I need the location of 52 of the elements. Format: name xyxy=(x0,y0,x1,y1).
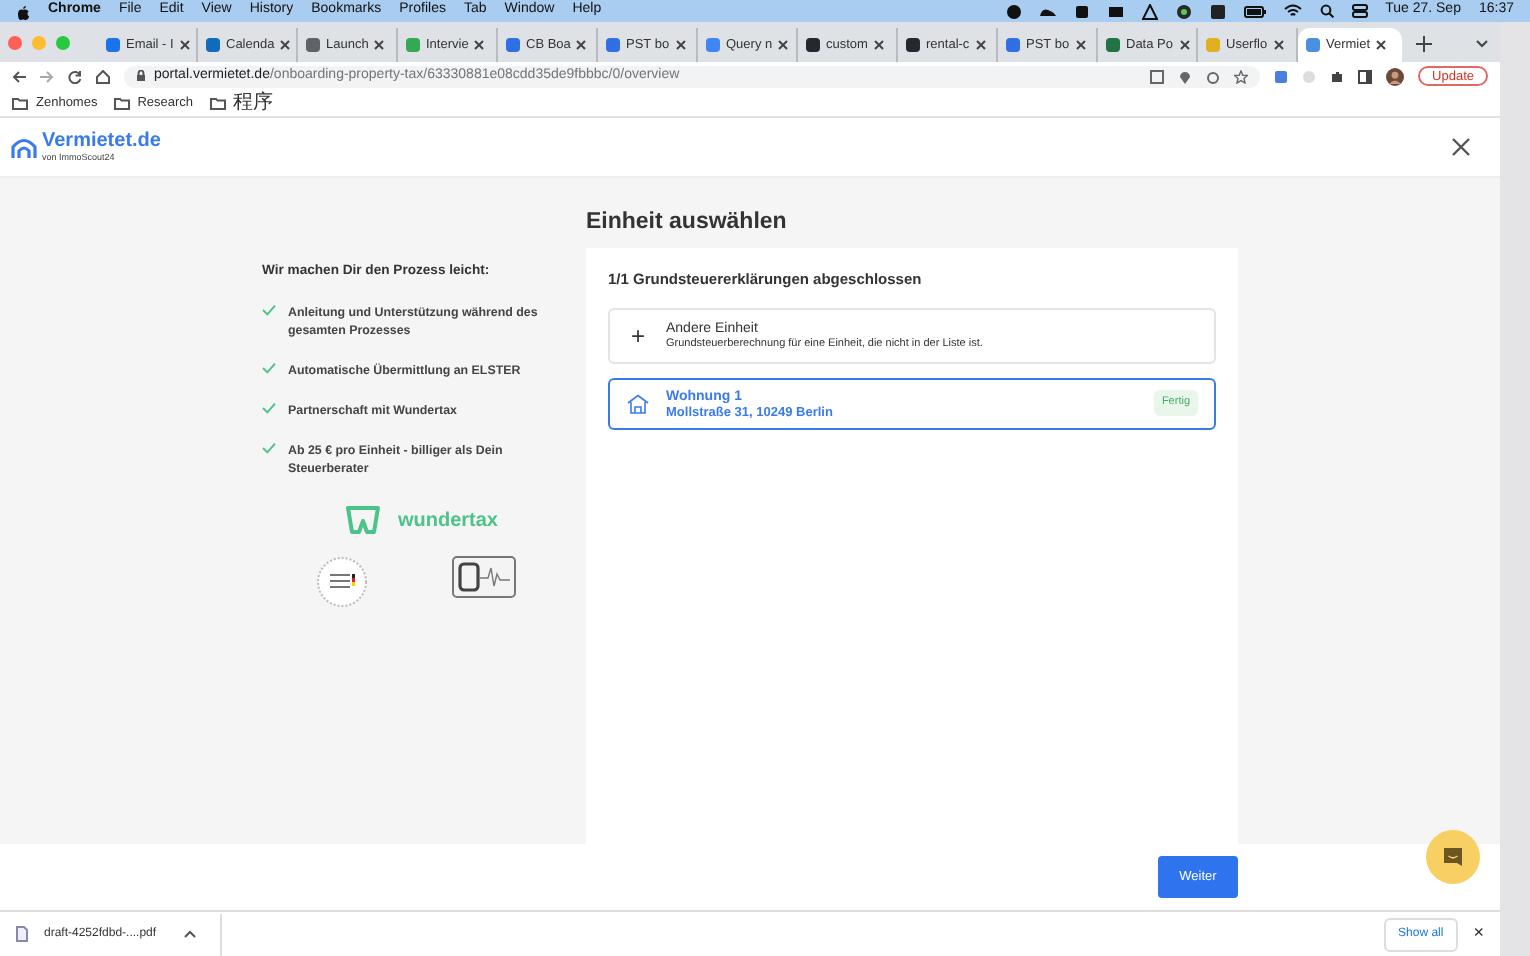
close-icon[interactable] xyxy=(374,40,385,50)
close-icon[interactable] xyxy=(280,40,291,50)
close-icon[interactable] xyxy=(1452,138,1470,156)
location-icon[interactable] xyxy=(1178,69,1193,83)
home-icon[interactable] xyxy=(96,69,110,83)
bookmark[interactable]: 程序 xyxy=(209,88,274,118)
close-icon[interactable] xyxy=(675,40,686,50)
logo-text: Vermietet.de xyxy=(42,132,161,152)
partner-logo-icon xyxy=(343,506,382,537)
puzzle-icon[interactable] xyxy=(1330,69,1345,83)
lock-icon xyxy=(136,70,146,82)
chat-icon xyxy=(1442,846,1464,868)
close-icon[interactable] xyxy=(1179,40,1189,50)
reload-icon[interactable] xyxy=(68,69,82,83)
close-icon[interactable] xyxy=(975,40,986,50)
chevron-down-icon[interactable] xyxy=(1476,40,1488,48)
close-icon[interactable] xyxy=(576,40,587,50)
close-icon[interactable] xyxy=(179,40,190,50)
folder-icon xyxy=(12,97,28,109)
close-downloads-button[interactable]: × xyxy=(1473,920,1484,948)
avatar-icon[interactable] xyxy=(1386,67,1405,85)
file-icon xyxy=(16,926,28,942)
check-icon xyxy=(262,304,276,317)
house-icon xyxy=(626,393,650,413)
back-icon[interactable] xyxy=(12,69,26,83)
plus-icon: + xyxy=(626,317,650,353)
close-icon[interactable] xyxy=(1075,40,1086,50)
battery-icon[interactable] xyxy=(1243,5,1266,17)
seal-icon xyxy=(315,556,367,609)
new-tab-icon[interactable] xyxy=(1416,36,1432,52)
close-icon[interactable] xyxy=(778,40,789,50)
folder-icon xyxy=(209,97,226,109)
apple-icon[interactable] xyxy=(16,3,30,19)
control-center-icon[interactable] xyxy=(1351,4,1368,18)
close-icon[interactable] xyxy=(1376,40,1387,50)
partner-name: wundertax xyxy=(397,508,498,537)
close-icon[interactable] xyxy=(1273,40,1284,50)
caret-icon[interactable] xyxy=(184,930,197,938)
chat-button[interactable] xyxy=(1426,830,1480,884)
wifi-icon[interactable] xyxy=(1283,4,1302,18)
side-panel-icon[interactable] xyxy=(1358,69,1373,83)
search-icon[interactable] xyxy=(1319,4,1334,18)
page-title: Einheit auswählen xyxy=(586,208,789,238)
house-logo-icon xyxy=(10,135,38,159)
bookmark-star-icon[interactable] xyxy=(1234,69,1249,83)
check-icon xyxy=(262,362,276,375)
close-icon[interactable] xyxy=(474,40,485,50)
check-icon xyxy=(262,442,276,455)
certificate-icon xyxy=(451,556,515,599)
check-icon xyxy=(262,402,276,415)
folder-icon xyxy=(113,97,130,109)
close-icon[interactable] xyxy=(873,40,884,50)
